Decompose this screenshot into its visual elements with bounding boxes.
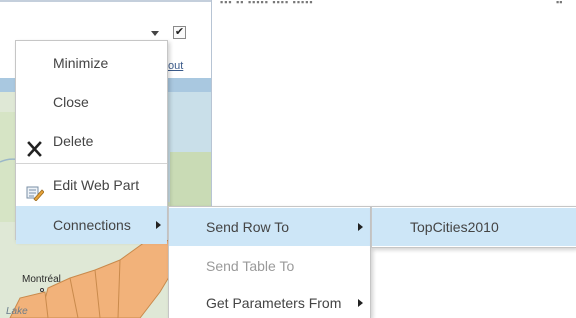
- submenu-arrow-icon: [358, 223, 363, 231]
- menu-separator: [16, 163, 167, 164]
- menu-item-label: Delete: [53, 133, 94, 149]
- webpart-select-checkbox[interactable]: ✔: [173, 26, 186, 39]
- submenu-arrow-icon: [358, 299, 363, 307]
- webpart-partial-link[interactable]: out: [168, 60, 183, 72]
- submenu-item-send-table-to[interactable]: Send Table To: [169, 247, 370, 285]
- menu-item-close[interactable]: Close: [16, 83, 167, 121]
- page-top-text-fragment-right: ▪▪: [556, 0, 563, 6]
- submenu-item-get-parameters-from[interactable]: Get Parameters From: [169, 284, 370, 318]
- menu-item-label: Close: [53, 94, 89, 110]
- menu-item-connections[interactable]: Connections: [16, 206, 167, 244]
- submenu-arrow-icon: [156, 221, 161, 229]
- menu-item-delete[interactable]: Delete: [16, 122, 167, 160]
- webpart-top-border: [0, 0, 211, 2]
- map-label-montreal: Montréal: [22, 274, 61, 285]
- submenu-item-topcities2010[interactable]: TopCities2010: [372, 208, 576, 246]
- map-city-marker: [40, 288, 44, 292]
- menu-item-label: Connections: [53, 217, 131, 233]
- close-x-icon: [26, 133, 44, 157]
- map-label-lake: Lake: [6, 306, 28, 317]
- submenu-item-label: Send Table To: [206, 258, 295, 274]
- submenu-item-label: TopCities2010: [410, 219, 499, 235]
- connections-submenu: Send Row To Send Table To Get Parameters…: [168, 206, 371, 318]
- webpart-menu-dropdown-icon[interactable]: [151, 31, 159, 36]
- menu-item-minimize[interactable]: Minimize: [16, 44, 167, 82]
- webpart-context-menu: Minimize Close Delete Edit Web Part Conn…: [15, 40, 168, 244]
- menu-item-label: Edit Web Part: [53, 177, 140, 193]
- submenu-item-send-row-to[interactable]: Send Row To: [169, 208, 370, 246]
- menu-item-edit-web-part[interactable]: Edit Web Part: [16, 166, 167, 204]
- submenu-item-label: Get Parameters From: [206, 295, 342, 311]
- page-top-text-fragment: ▪▪▪ ▪▪ ▪▪▪▪▪ ▪▪▪▪ ▪▪▪▪▪: [220, 0, 314, 7]
- edit-webpart-icon: [26, 177, 45, 202]
- send-row-to-submenu: TopCities2010: [371, 206, 576, 248]
- menu-item-label: Minimize: [53, 55, 109, 71]
- submenu-item-label: Send Row To: [206, 219, 290, 235]
